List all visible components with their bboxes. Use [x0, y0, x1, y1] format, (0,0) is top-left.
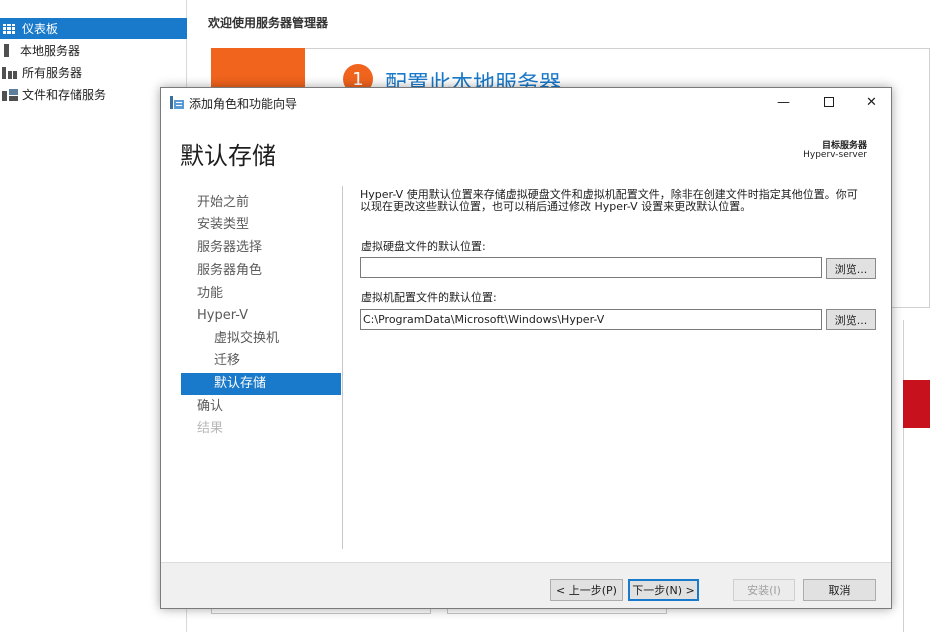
step-migration[interactable]: 迁移: [181, 350, 341, 372]
vm-config-location-label: 虚拟机配置文件的默认位置:: [361, 291, 497, 304]
welcome-heading: 欢迎使用服务器管理器: [208, 16, 329, 30]
sidebar-item-all-servers[interactable]: 所有服务器: [0, 62, 187, 83]
next-button[interactable]: 下一步(N) >: [628, 579, 699, 601]
wizard-footer: < 上一步(P) 下一步(N) > 安装(I) 取消: [161, 562, 891, 608]
step-features[interactable]: 功能: [181, 283, 341, 305]
vm-config-browse-button[interactable]: 浏览...: [826, 309, 876, 330]
servers-icon: [2, 66, 18, 79]
tile-panel: [903, 320, 930, 632]
vhd-location-input[interactable]: [360, 257, 822, 278]
destination-server-value: Hyperv-server: [803, 150, 867, 160]
vhd-location-label: 虚拟硬盘文件的默认位置:: [361, 240, 486, 253]
description-line: 以现在更改这些默认位置，也可以稍后通过修改 Hyper-V 设置来更改默认位置。: [360, 200, 752, 213]
sidebar-item-file-storage[interactable]: 文件和存储服务: [0, 84, 187, 105]
close-button[interactable]: ✕: [849, 88, 894, 116]
wizard-titlebar[interactable]: 添加角色和功能向导 — ✕: [161, 88, 891, 116]
install-button: 安装(I): [733, 579, 795, 601]
add-roles-wizard-dialog: 添加角色和功能向导 — ✕ 默认存储 目标服务器 Hyperv-server 开…: [160, 87, 892, 609]
sidebar-item-label: 文件和存储服务: [22, 88, 107, 102]
server-manager-sidebar: 仪表板 本地服务器 所有服务器 文件和存储服务: [0, 0, 187, 632]
step-virtual-switches[interactable]: 虚拟交换机: [181, 328, 341, 350]
dashboard-icon: [2, 22, 16, 35]
previous-button[interactable]: < 上一步(P): [550, 579, 623, 601]
page-title: 默认存储: [180, 142, 276, 170]
vhd-browse-button[interactable]: 浏览...: [826, 258, 876, 279]
sidebar-item-label: 所有服务器: [22, 66, 83, 80]
maximize-icon: [823, 97, 834, 107]
sidebar-item-label: 仪表板: [22, 22, 59, 36]
maximize-button[interactable]: [806, 88, 851, 116]
steps-divider: [342, 186, 343, 549]
sidebar-item-dashboard[interactable]: 仪表板: [0, 18, 187, 39]
status-red-bar: [903, 380, 930, 428]
minimize-button[interactable]: —: [761, 88, 806, 116]
sidebar-item-label: 本地服务器: [20, 44, 81, 58]
description-text: Hyper-V 使用默认位置来存储虚拟硬盘文件和虚拟机配置文件，除非在创建文件时…: [360, 189, 872, 213]
step-hyper-v[interactable]: Hyper-V: [181, 305, 341, 327]
step-before-you-begin[interactable]: 开始之前: [181, 192, 341, 214]
vm-config-location-input[interactable]: [360, 309, 822, 330]
step-results: 结果: [197, 421, 224, 436]
wizard-title: 添加角色和功能向导: [189, 97, 298, 111]
cancel-button[interactable]: 取消: [803, 579, 876, 601]
step-installation-type[interactable]: 安装类型: [181, 214, 341, 236]
wizard-app-icon: [170, 96, 184, 109]
step-server-roles[interactable]: 服务器角色: [181, 260, 341, 282]
minimize-icon: —: [777, 94, 790, 110]
server-icon: [4, 44, 9, 57]
close-icon: ✕: [866, 94, 877, 110]
step-default-stores[interactable]: 默认存储: [181, 373, 341, 395]
sidebar-item-local-server[interactable]: 本地服务器: [0, 40, 187, 61]
step-server-selection[interactable]: 服务器选择: [181, 237, 341, 259]
file-storage-icon: [2, 88, 18, 101]
step-confirmation[interactable]: 确认: [181, 396, 341, 418]
